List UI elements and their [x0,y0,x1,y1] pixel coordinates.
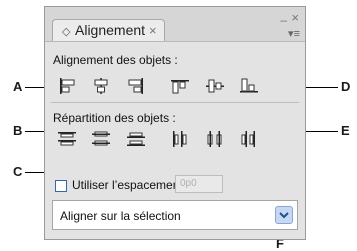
align-horizontal-center-icon[interactable] [91,77,111,95]
callout-e-line [305,131,338,132]
minimize-icon[interactable]: – [280,13,287,27]
align-section-label: Alignement des objets : [53,53,178,67]
panel-tab-bar: ◇ Alignement × – × ▾≡ [45,7,305,42]
callout-a: A [13,79,23,94]
tab-close-icon[interactable]: × [149,23,157,38]
align-to-select[interactable]: Aligner sur la sélection [52,200,298,230]
chevron-down-icon[interactable] [275,206,293,224]
tab-alignement[interactable]: ◇ Alignement × [52,19,165,41]
use-spacing-label: Utiliser l’espacement [72,178,183,192]
alignment-panel: ◇ Alignement × – × ▾≡ Alignement des obj… [44,6,306,240]
callout-d-line [303,87,338,88]
callout-d: D [341,79,351,94]
align-to-value: Aligner sur la sélection [60,209,181,223]
distribute-top-icon[interactable] [57,130,77,148]
panel-menu-icon[interactable]: ▾≡ [288,27,300,40]
distribute-section-label: Répartition des objets : [53,111,176,125]
align-right-icon[interactable] [126,77,146,95]
align-vertical-center-icon[interactable] [205,77,225,95]
use-spacing-checkbox[interactable] [55,180,67,192]
distribute-horizontal-center-icon[interactable] [205,130,225,148]
section-divider [51,102,299,103]
align-bottom-icon[interactable] [239,77,259,95]
distribute-right-icon[interactable] [239,130,259,148]
align-left-icon[interactable] [57,77,77,95]
distribute-bottom-icon[interactable] [126,130,146,148]
callout-e: E [341,123,350,138]
close-icon[interactable]: × [291,10,299,25]
spacing-input[interactable]: 0p0 [175,175,223,193]
distribute-vertical-center-icon[interactable] [91,130,111,148]
callout-b: B [13,123,23,138]
tab-title: Alignement [75,22,146,38]
callout-c: C [13,164,23,179]
diamond-icon: ◇ [62,26,71,38]
align-top-icon[interactable] [170,77,190,95]
distribute-left-icon[interactable] [170,130,190,148]
